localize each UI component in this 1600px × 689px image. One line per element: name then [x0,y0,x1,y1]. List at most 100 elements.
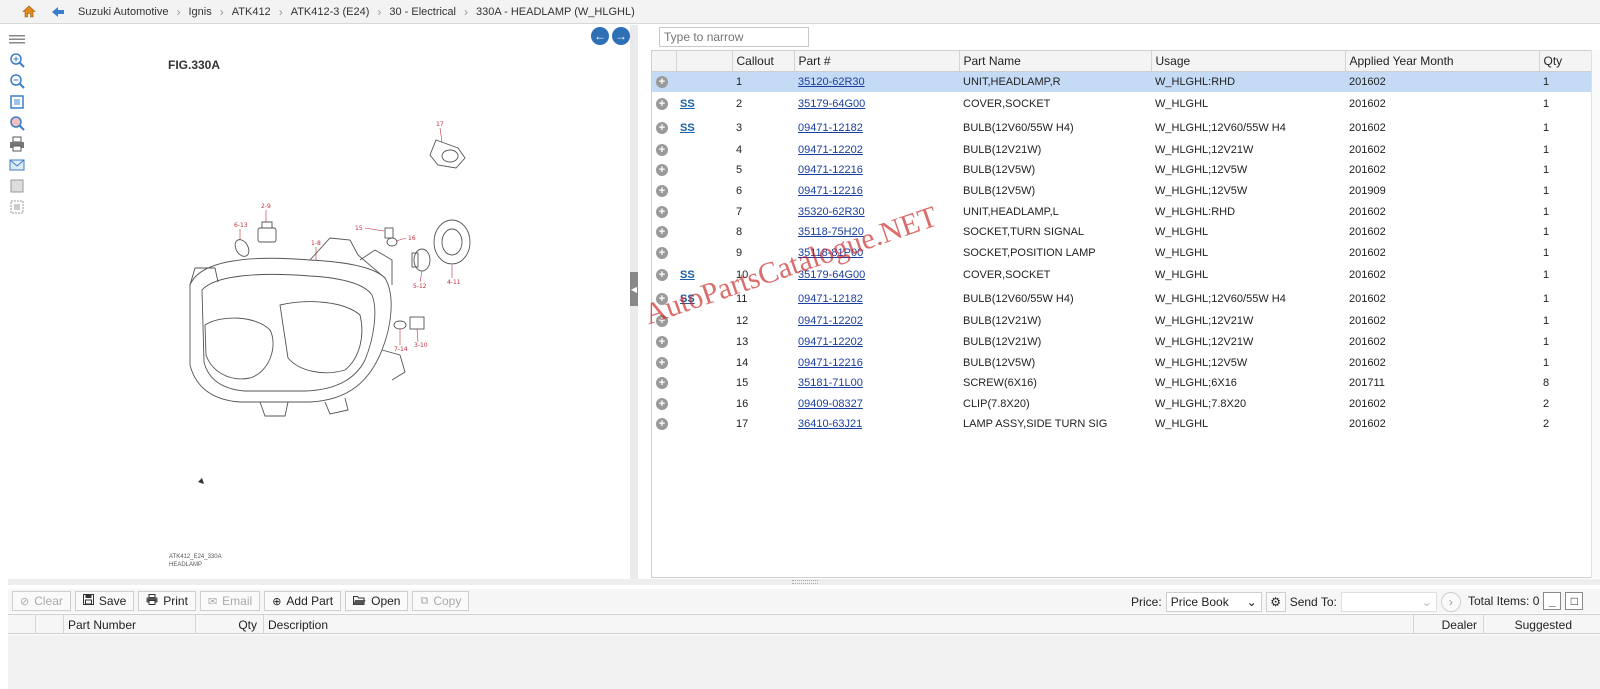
narrow-filter-input[interactable] [659,27,809,47]
plus-circle-icon[interactable]: + [656,97,668,110]
cart-column-description[interactable]: Description [264,615,1414,633]
collapse-panel-handle[interactable]: ◀ [630,272,638,306]
fit-to-screen-icon[interactable] [8,93,26,111]
expand-cell[interactable]: + [652,243,676,264]
magnify-part-icon[interactable] [8,114,26,132]
breadcrumb-item[interactable]: ATK412 [232,6,271,18]
plus-circle-icon[interactable]: + [656,397,668,410]
print-button[interactable]: Print [138,591,196,611]
expand-cell[interactable]: + [652,373,676,394]
expand-cell[interactable]: + [652,160,676,181]
plus-circle-icon[interactable]: + [656,356,668,369]
part-row[interactable]: +13 09471-12202 BULB(12V21W) W_HLGHL;12V21W… [652,332,1594,353]
part-number-link[interactable]: 36410-63J21 [798,418,862,430]
part-row[interactable]: +8 35118-75H20 SOCKET,TURN SIGNAL W_HLGHL 20… [652,222,1594,243]
part-row[interactable]: +12 09471-12202 BULB(12V21W) W_HLGHL;12V21W… [652,311,1594,332]
breadcrumb-item[interactable]: 30 - Electrical [389,6,456,18]
maximize-button[interactable]: □ [1565,592,1584,610]
callout-label[interactable]: 15 [355,225,363,232]
plus-circle-icon[interactable]: + [656,336,668,349]
part-number-link[interactable]: 35179-64G00 [798,98,865,110]
supersession-link[interactable]: SS [680,98,695,110]
plus-circle-icon[interactable]: + [656,418,668,431]
cart-column-qty[interactable]: Qty [196,615,264,633]
copy-button[interactable]: ⧉ Copy [412,591,470,611]
email-icon[interactable] [8,156,26,174]
expand-cell[interactable]: + [652,263,676,287]
expand-cell[interactable]: + [652,222,676,243]
plus-circle-icon[interactable]: + [656,121,668,134]
part-row[interactable]: +6 09471-12216 BULB(12V5W) W_HLGHL;12V5W 201… [652,181,1594,202]
part-number-link[interactable]: 09471-12216 [798,357,863,369]
part-number-link[interactable]: 09471-12202 [798,315,863,327]
expand-cell[interactable]: + [652,140,676,161]
add-part-button[interactable]: ⊕ Add Part [264,591,342,611]
send-button[interactable]: › [1440,592,1461,612]
part-number-link[interactable]: 09471-12216 [798,164,863,176]
part-row[interactable]: +17 36410-63J21 LAMP ASSY,SIDE TURN SIG W_H… [652,414,1594,435]
part-number-link[interactable]: 09471-12216 [798,185,863,197]
home-icon[interactable] [20,4,38,20]
column-header-callout[interactable]: Callout [732,51,795,72]
plus-circle-icon[interactable]: + [656,205,668,218]
headlamp-exploded-diagram[interactable]: 17 2-9 6-13 1-8 15 16 5-12 4-11 3-10 7-1… [160,110,490,430]
zoom-out-icon[interactable] [8,72,26,90]
expand-cell[interactable]: + [652,181,676,202]
image-icon[interactable] [8,177,26,195]
callout-label[interactable]: 16 [408,235,416,242]
menu-lines-icon[interactable] [8,30,26,48]
plus-circle-icon[interactable]: + [656,143,668,156]
cart-column-suggested[interactable]: Suggested [1484,615,1578,633]
expand-cell[interactable]: + [652,92,676,116]
part-row[interactable]: +5 09471-12216 BULB(12V5W) W_HLGHL;12V5W 201… [652,160,1594,181]
price-book-select[interactable]: Price Book ⌄ [1165,592,1262,612]
plus-circle-icon[interactable]: + [656,75,668,88]
select-area-icon[interactable] [8,198,26,216]
callout-label[interactable]: 2-9 [261,203,271,210]
expand-cell[interactable]: + [652,352,676,373]
part-row[interactable]: +14 09471-12216 BULB(12V5W) W_HLGHL;12V5W 20… [652,352,1594,373]
expand-cell[interactable]: + [652,394,676,415]
back-arrow-icon[interactable] [48,4,68,20]
part-number-link[interactable]: 09471-12182 [798,293,863,305]
send-to-select[interactable]: ⌄ [1340,592,1437,612]
part-number-link[interactable]: 35320-62R30 [798,206,865,218]
breadcrumb-item[interactable]: Suzuki Automotive [78,6,169,18]
part-row[interactable]: +1 35120-62R30 UNIT,HEADLAMP,R W_HLGHL:RHD 2… [652,71,1594,92]
email-button[interactable]: ✉ Email [199,591,261,611]
part-row[interactable]: +7 35320-62R30 UNIT,HEADLAMP,L W_HLGHL:RHD 2… [652,201,1594,222]
callout-label[interactable]: 4-11 [447,279,461,286]
supersession-link[interactable]: SS [680,122,695,134]
print-icon[interactable] [8,135,26,153]
expand-cell[interactable]: + [652,414,676,435]
part-row[interactable]: +4 09471-12202 BULB(12V21W) W_HLGHL;12V21W 2… [652,140,1594,161]
open-button[interactable]: Open [345,591,409,611]
plus-circle-icon[interactable]: + [656,226,668,239]
column-header-qty[interactable]: Qty [1539,51,1594,72]
grid-vertical-scrollbar[interactable] [1591,50,1600,578]
price-settings-button[interactable]: ⚙ [1265,592,1286,612]
part-row[interactable]: +15 35181-71L00 SCREW(6X16) W_HLGHL;6X16 201… [652,373,1594,394]
clear-button[interactable]: ⊘ Clear [12,591,71,611]
part-row[interactable]: + SS 3 09471-12182 BULB(12V60/55W H4) W_HLGHL… [652,116,1594,140]
next-figure-button[interactable]: → [612,27,630,45]
callout-label[interactable]: 17 [436,121,444,128]
expand-cell[interactable]: + [652,71,676,92]
part-number-link[interactable]: 35120-62R30 [798,76,865,88]
column-header-usage[interactable]: Usage [1151,51,1346,72]
part-number-link[interactable]: 09471-12182 [798,122,863,134]
zoom-in-icon[interactable] [8,51,26,69]
supersession-link[interactable]: SS [680,269,695,281]
part-number-link[interactable]: 09471-12202 [798,336,863,348]
callout-label[interactable]: 7-14 [394,346,408,353]
part-row[interactable]: +16 09409-08327 CLIP(7.8X20) W_HLGHL;7.8X20… [652,394,1594,415]
column-header-applied-year-month[interactable]: Applied Year Month [1345,51,1540,72]
plus-circle-icon[interactable]: + [656,269,668,282]
callout-label[interactable]: 5-12 [413,283,427,290]
splitter-grip[interactable] [792,580,818,584]
expand-cell[interactable]: + [652,332,676,353]
cart-column-part-number[interactable]: Part Number [64,615,196,633]
column-header-part-name[interactable]: Part Name [959,51,1152,72]
save-button[interactable]: Save [74,591,135,611]
plus-circle-icon[interactable]: + [656,377,668,390]
